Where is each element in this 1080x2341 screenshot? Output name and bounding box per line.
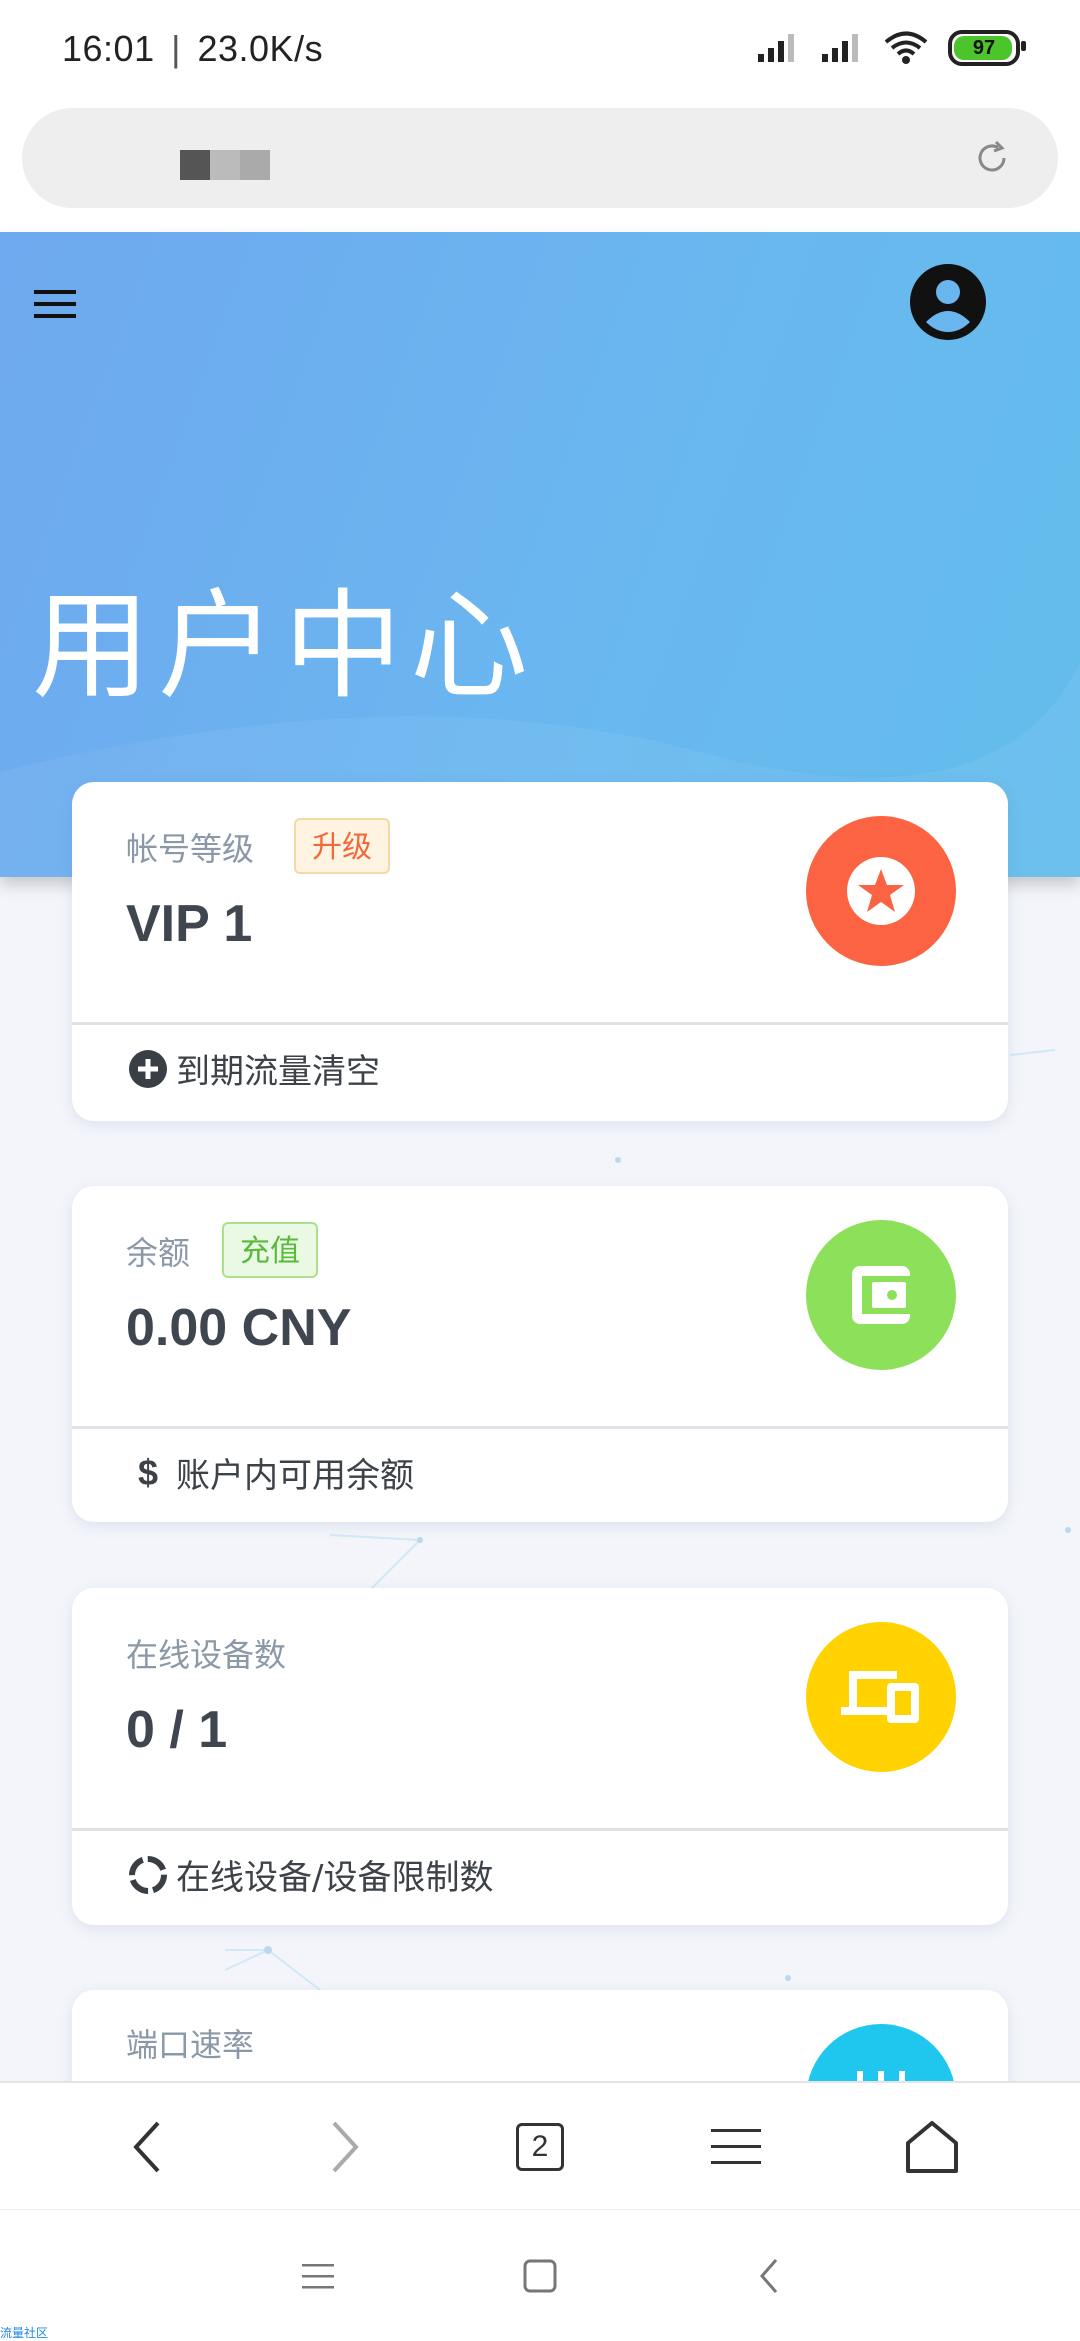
card-badge	[806, 1622, 956, 1772]
back-button[interactable]	[118, 2117, 178, 2177]
upgrade-button[interactable]: 升级	[294, 818, 390, 874]
plus-circle-icon	[129, 1049, 167, 1088]
devices-icon	[841, 1671, 919, 1723]
card-footer: 在线设备/设备限制数	[128, 1850, 493, 1899]
watermark: 流量社区	[0, 2326, 49, 2340]
loading-circle-icon	[129, 1855, 167, 1894]
reload-icon[interactable]	[972, 138, 1012, 178]
home-icon	[906, 2121, 958, 2173]
signal-icon	[822, 34, 858, 62]
back-icon[interactable]	[748, 2254, 792, 2298]
tabs-icon: 2	[516, 2123, 564, 2171]
balance-card: 余额 充值 0.00 CNY $ 账户内可用余额	[72, 1186, 1008, 1522]
tabs-button[interactable]: 2	[510, 2117, 570, 2177]
menu-button[interactable]	[706, 2117, 766, 2177]
signal-icon	[758, 34, 794, 62]
recent-apps-icon[interactable]	[296, 2254, 340, 2298]
browser-bottom-nav: 2	[0, 2081, 1080, 2211]
card-badge	[806, 816, 956, 966]
card-value: VIP 1	[126, 895, 253, 953]
account-level-card: 帐号等级 升级 VIP 1 到期流量清空	[72, 782, 1008, 1121]
hero-banner: 用户中心	[0, 232, 1080, 877]
page-title: 用户中心	[32, 577, 537, 715]
system-nav-bar	[0, 2209, 1080, 2341]
card-badge	[806, 1220, 956, 1370]
status-icons: 97	[756, 30, 1026, 66]
menu-icon	[711, 2129, 761, 2164]
home-button[interactable]	[902, 2117, 962, 2177]
clock: 16:01	[62, 28, 155, 69]
card-value: 0 / 1	[126, 1701, 228, 1759]
footer-text: 账户内可用余额	[176, 1456, 414, 1496]
url-redacted	[180, 150, 270, 180]
online-devices-card: 在线设备数 0 / 1 在线设备/设备限制数	[72, 1588, 1008, 1925]
card-label: 余额	[126, 1234, 191, 1272]
card-footer: 到期流量清空	[128, 1044, 380, 1093]
divider	[72, 1828, 1008, 1831]
forward-arrow-icon	[332, 2121, 359, 2173]
card-footer: $ 账户内可用余额	[128, 1448, 414, 1497]
footer-text: 在线设备/设备限制数	[176, 1858, 494, 1898]
forward-button[interactable]	[314, 2117, 374, 2177]
battery-level: 97	[972, 36, 996, 59]
tabs-count: 2	[531, 2130, 549, 2163]
footer-text: 到期流量清空	[176, 1052, 380, 1092]
recharge-button[interactable]: 充值	[222, 1222, 318, 1278]
star-icon	[847, 857, 915, 925]
status-time: 16:01 | 23.0K/s	[62, 28, 324, 69]
browser-toolbar	[0, 100, 1080, 232]
wallet-icon	[852, 1266, 912, 1324]
hamburger-menu-icon[interactable]	[32, 284, 78, 324]
home-square-icon[interactable]	[518, 2254, 562, 2298]
divider	[72, 1426, 1008, 1429]
dollar-icon: $	[137, 1451, 159, 1493]
back-arrow-icon	[133, 2121, 160, 2173]
battery-icon: 97	[948, 30, 1026, 66]
card-label: 帐号等级	[126, 830, 255, 868]
card-value: 0.00 CNY	[126, 1299, 352, 1357]
card-label: 在线设备数	[126, 1636, 287, 1674]
divider	[72, 1022, 1008, 1025]
status-bar: 16:01 | 23.0K/s 97	[0, 0, 1080, 100]
wifi-icon	[884, 31, 928, 64]
url-bar[interactable]	[22, 108, 1058, 208]
network-speed: 23.0K/s	[197, 28, 324, 69]
user-avatar-icon[interactable]	[908, 262, 988, 342]
card-label: 端口速率	[126, 2026, 255, 2064]
